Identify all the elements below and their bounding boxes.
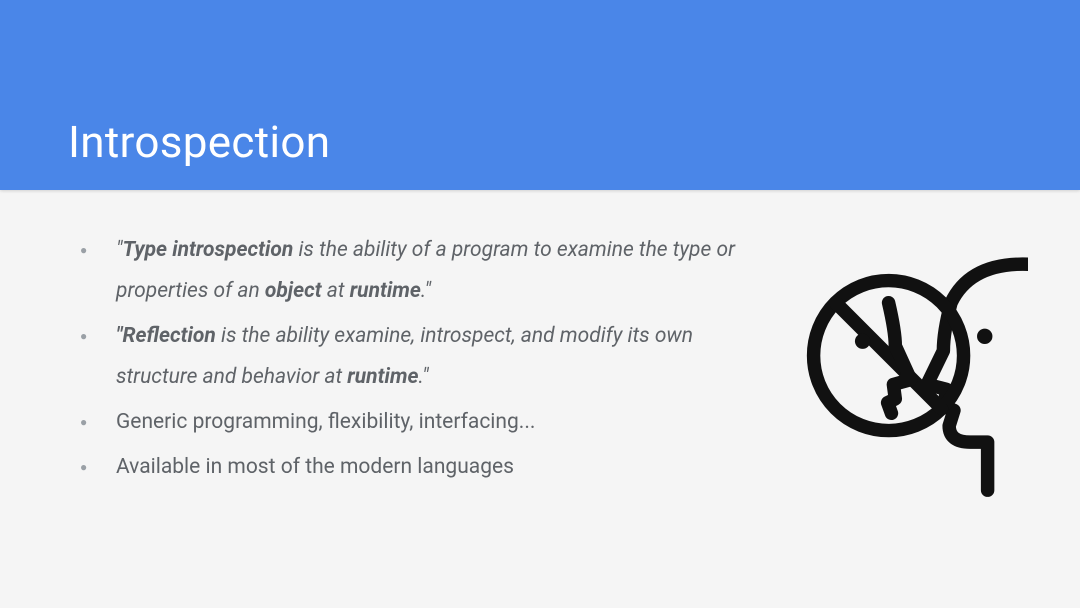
bullet-item: "Reflection is the ability examine, intr… [68, 316, 768, 398]
bullet-item: "Type introspection is the ability of a … [68, 230, 768, 312]
bullet-list-area: "Type introspection is the ability of a … [68, 230, 768, 492]
bullet-item: Available in most of the modern language… [68, 447, 768, 488]
bullet-text-segment: at [322, 279, 350, 303]
bullet-text-segment: ." [419, 365, 429, 389]
bullet-text-segment: Generic programming, flexibility, interf… [116, 410, 535, 434]
bullet-text-segment: runtime [347, 365, 418, 389]
bullet-list: "Type introspection is the ability of a … [68, 230, 768, 488]
bullet-text-segment: runtime [350, 279, 421, 303]
bullet-text-segment: ." [421, 279, 431, 303]
bullet-text-segment: Available in most of the modern language… [116, 455, 514, 479]
slide-header: Introspection [0, 0, 1080, 190]
bullet-item: Generic programming, flexibility, interf… [68, 402, 768, 443]
bullet-text-segment: Type introspection [123, 238, 294, 262]
bullet-text-segment: object [265, 279, 322, 303]
introspection-faces-icon [778, 240, 1028, 500]
slide-content: "Type introspection is the ability of a … [0, 190, 1080, 500]
slide-title: Introspection [68, 116, 330, 168]
slide-illustration [768, 240, 1028, 500]
bullet-text-segment: "Reflection [116, 324, 216, 348]
